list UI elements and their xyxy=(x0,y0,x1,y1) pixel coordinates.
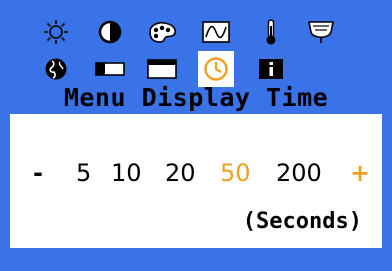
decrease-button[interactable]: - xyxy=(33,156,43,190)
menu-icon-row-1 xyxy=(0,14,392,50)
unit-label: (Seconds) xyxy=(242,209,362,234)
option-200[interactable]: 200 xyxy=(276,156,322,190)
increase-button[interactable]: + xyxy=(350,156,370,190)
osd-menu: Menu Display Time - 5 10 20 50 200 + (Se… xyxy=(0,0,392,271)
option-5[interactable]: 5 xyxy=(76,156,91,190)
display-time-icon[interactable] xyxy=(198,51,234,87)
size-icon[interactable] xyxy=(144,51,180,87)
geometry-icon[interactable] xyxy=(198,14,234,50)
option-10[interactable]: 10 xyxy=(111,156,142,190)
language-icon[interactable] xyxy=(38,51,74,87)
temperature-icon[interactable] xyxy=(253,14,289,50)
display-time-options: - 5 10 20 50 200 + xyxy=(10,156,382,190)
info-icon[interactable] xyxy=(253,51,289,87)
menu-icon-row-2 xyxy=(0,51,392,87)
position-icon[interactable] xyxy=(92,51,128,87)
audio-icon[interactable] xyxy=(303,14,339,50)
setting-panel: - 5 10 20 50 200 + (Seconds) xyxy=(10,114,382,248)
option-20[interactable]: 20 xyxy=(165,156,196,190)
brightness-icon[interactable] xyxy=(38,14,74,50)
option-50[interactable]: 50 xyxy=(220,156,251,190)
color-icon[interactable] xyxy=(144,14,180,50)
contrast-icon[interactable] xyxy=(92,14,128,50)
menu-title: Menu Display Time xyxy=(63,83,329,112)
